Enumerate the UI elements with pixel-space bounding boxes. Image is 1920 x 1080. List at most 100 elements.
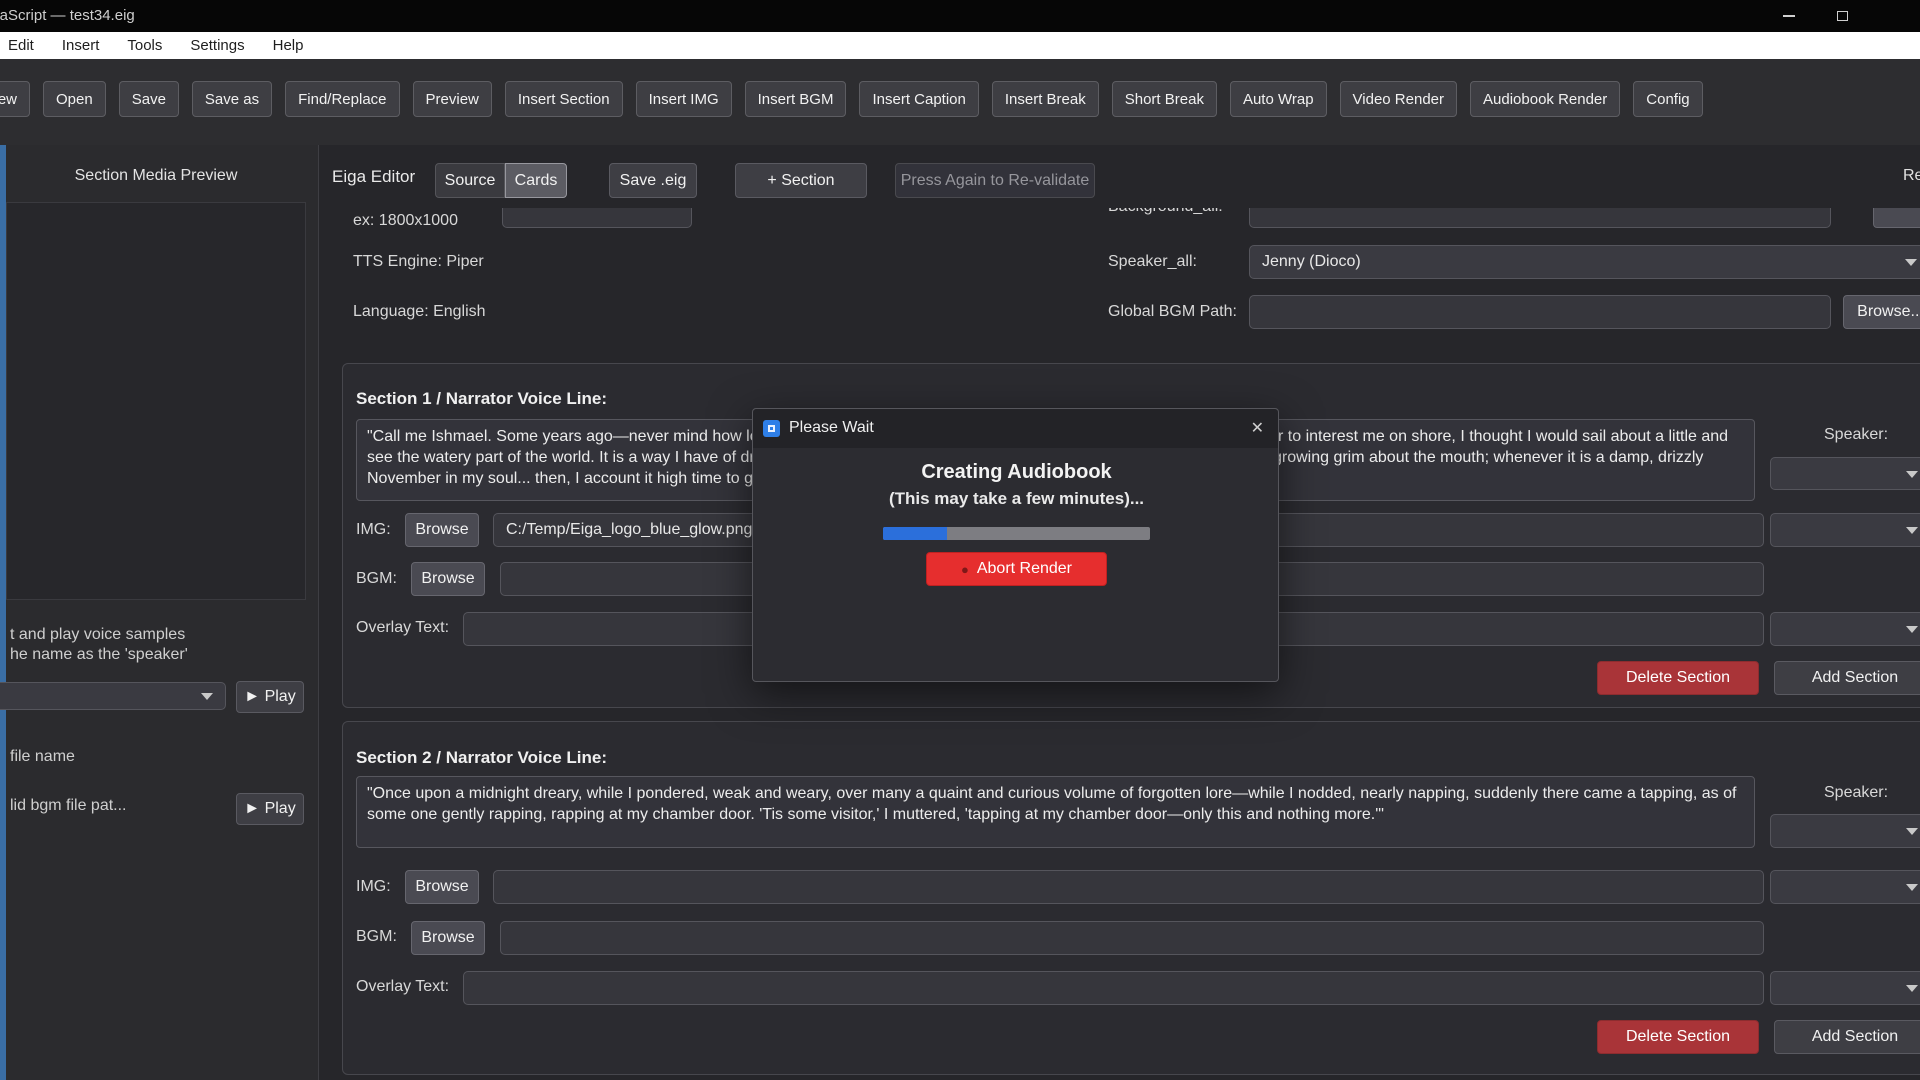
please-wait-dialog: Please Wait ✕ Creating Audiobook (This m… <box>752 408 1279 682</box>
toolbar-preview-button[interactable]: Preview <box>413 81 492 117</box>
global-bgm-browse-button[interactable]: Browse... <box>1843 295 1920 329</box>
section-1-img-select[interactable] <box>1770 513 1920 547</box>
language-label: Language: English <box>353 303 486 321</box>
section-2-img-label: IMG: <box>356 878 391 896</box>
tts-engine-label: TTS Engine: Piper <box>353 253 484 271</box>
voice-play-button[interactable]: ► Play <box>236 681 304 713</box>
section-1-speaker-label: Speaker: <box>1824 426 1888 444</box>
editor-header: Eiga Editor Source Cards Save .eig + Sec… <box>319 145 1920 208</box>
global-bgm-path-label: Global BGM Path: <box>1108 303 1237 321</box>
section-2-speaker-label: Speaker: <box>1824 784 1888 802</box>
maximize-button[interactable] <box>1819 0 1865 32</box>
speaker-all-label: Speaker_all: <box>1108 253 1197 271</box>
chevron-down-icon <box>1906 626 1918 633</box>
record-icon: ● <box>961 563 969 576</box>
section-2-overlay-text-label: Overlay Text: <box>356 978 449 996</box>
maximize-icon <box>1837 11 1848 21</box>
section-2-img-path-input[interactable] <box>493 870 1764 904</box>
resolution-hint-label: ex: 1800x1000 <box>353 212 458 230</box>
toolbar-insert-bgm-button[interactable]: Insert BGM <box>745 81 847 117</box>
save-eig-button[interactable]: Save .eig <box>609 163 697 198</box>
toolbar-new-button[interactable]: New <box>0 81 30 117</box>
abort-render-button[interactable]: ● Abort Render <box>926 552 1107 586</box>
toolbar-audiobook-render-button[interactable]: Audiobook Render <box>1470 81 1620 117</box>
editor-title: Eiga Editor <box>332 167 415 187</box>
add-section-header-button[interactable]: + Section <box>735 163 867 198</box>
section-2-overlay-text-input[interactable] <box>463 971 1764 1005</box>
sidebar-media-preview-panel: Section Media Preview t and play voice s… <box>6 145 318 1080</box>
progress-fill <box>883 527 947 540</box>
dialog-titlebar: Please Wait ✕ <box>753 409 1278 448</box>
dialog-heading: Creating Audiobook <box>753 461 1280 484</box>
menu-item-insert[interactable]: Insert <box>58 37 104 54</box>
chevron-down-icon <box>1906 471 1918 478</box>
voice-sample-note-line1: t and play voice samples <box>10 626 185 644</box>
section-1-bgm-label: BGM: <box>356 570 397 588</box>
toolbar-open-button[interactable]: Open <box>43 81 106 117</box>
toolbar-insert-img-button[interactable]: Insert IMG <box>636 81 732 117</box>
section-1-img-label: IMG: <box>356 521 391 539</box>
section-2-add-button[interactable]: Add Section <box>1774 1020 1920 1054</box>
voice-sample-select[interactable] <box>0 682 226 710</box>
chevron-down-icon <box>201 693 213 700</box>
menu-bar: Edit Insert Tools Settings Help <box>0 32 1920 59</box>
toolbar-short-break-button[interactable]: Short Break <box>1112 81 1217 117</box>
chevron-down-icon <box>1905 259 1917 266</box>
chevron-down-icon <box>1906 884 1918 891</box>
dialog-close-icon[interactable]: ✕ <box>1251 418 1264 438</box>
menu-item-tools[interactable]: Tools <box>123 37 166 54</box>
bgm-path-note: lid bgm file pat... <box>10 797 127 815</box>
dialog-title: Please Wait <box>789 419 874 437</box>
header-right-fragment: Re <box>1903 167 1920 185</box>
section-1-add-button[interactable]: Add Section <box>1774 661 1920 695</box>
menu-item-edit[interactable]: Edit <box>4 37 38 54</box>
cards-view-button[interactable]: Cards <box>505 163 567 198</box>
section-2-delete-button[interactable]: Delete Section <box>1597 1020 1759 1054</box>
toolbar-insert-caption-button[interactable]: Insert Caption <box>859 81 978 117</box>
section-1-title: Section 1 / Narrator Voice Line: <box>356 389 607 409</box>
section-1-speaker-select[interactable] <box>1770 457 1920 490</box>
toolbar-auto-wrap-button[interactable]: Auto Wrap <box>1230 81 1327 117</box>
toolbar-save-button[interactable]: Save <box>119 81 179 117</box>
section-2-bgm-label: BGM: <box>356 928 397 946</box>
section-1-img-browse-button[interactable]: Browse <box>405 513 479 547</box>
section-2-speaker-select[interactable] <box>1770 814 1920 848</box>
section-1-delete-button[interactable]: Delete Section <box>1597 661 1759 695</box>
section-1-overlay-text-label: Overlay Text: <box>356 619 449 637</box>
sidebar-divider <box>318 145 319 1080</box>
chevron-down-icon <box>1906 527 1918 534</box>
speaker-all-select[interactable]: Jenny (Dioco) <box>1249 245 1920 279</box>
voice-sample-note-line2: he name as the 'speaker' <box>10 646 188 664</box>
abort-render-label: Abort Render <box>977 560 1072 578</box>
chevron-down-icon <box>1906 828 1918 835</box>
main-toolbar: New Open Save Save as Find/Replace Previ… <box>0 59 1920 145</box>
section-2-img-browse-button[interactable]: Browse <box>405 870 479 904</box>
section-2-overlay-select[interactable] <box>1770 971 1920 1005</box>
bgm-play-button[interactable]: ► Play <box>236 793 304 825</box>
dialog-subheading: (This may take a few minutes)... <box>753 489 1280 509</box>
global-bgm-path-input[interactable] <box>1249 295 1831 329</box>
toolbar-save-as-button[interactable]: Save as <box>192 81 272 117</box>
source-view-button[interactable]: Source <box>435 163 505 198</box>
minimize-icon <box>1783 15 1795 17</box>
menu-item-settings[interactable]: Settings <box>186 37 248 54</box>
toolbar-find-replace-button[interactable]: Find/Replace <box>285 81 399 117</box>
media-preview-area <box>6 202 306 600</box>
minimize-button[interactable] <box>1766 0 1812 32</box>
toolbar-video-render-button[interactable]: Video Render <box>1340 81 1457 117</box>
section-2-title: Section 2 / Narrator Voice Line: <box>356 748 607 768</box>
toolbar-insert-break-button[interactable]: Insert Break <box>992 81 1099 117</box>
section-2-img-select[interactable] <box>1770 870 1920 904</box>
dialog-app-icon <box>763 420 780 437</box>
section-1-bgm-browse-button[interactable]: Browse <box>411 562 485 596</box>
toolbar-insert-section-button[interactable]: Insert Section <box>505 81 623 117</box>
section-2-voice-line-textarea[interactable]: "Once upon a midnight dreary, while I po… <box>356 776 1755 848</box>
toolbar-config-button[interactable]: Config <box>1633 81 1702 117</box>
revalidate-button[interactable]: Press Again to Re-validate <box>895 163 1095 198</box>
section-2-bgm-path-input[interactable] <box>500 921 1764 955</box>
section-1-overlay-select[interactable] <box>1770 612 1920 646</box>
menu-item-help[interactable]: Help <box>269 37 308 54</box>
sidebar-header: Section Media Preview <box>6 167 306 185</box>
render-progress-bar <box>883 527 1150 540</box>
section-2-bgm-browse-button[interactable]: Browse <box>411 921 485 955</box>
